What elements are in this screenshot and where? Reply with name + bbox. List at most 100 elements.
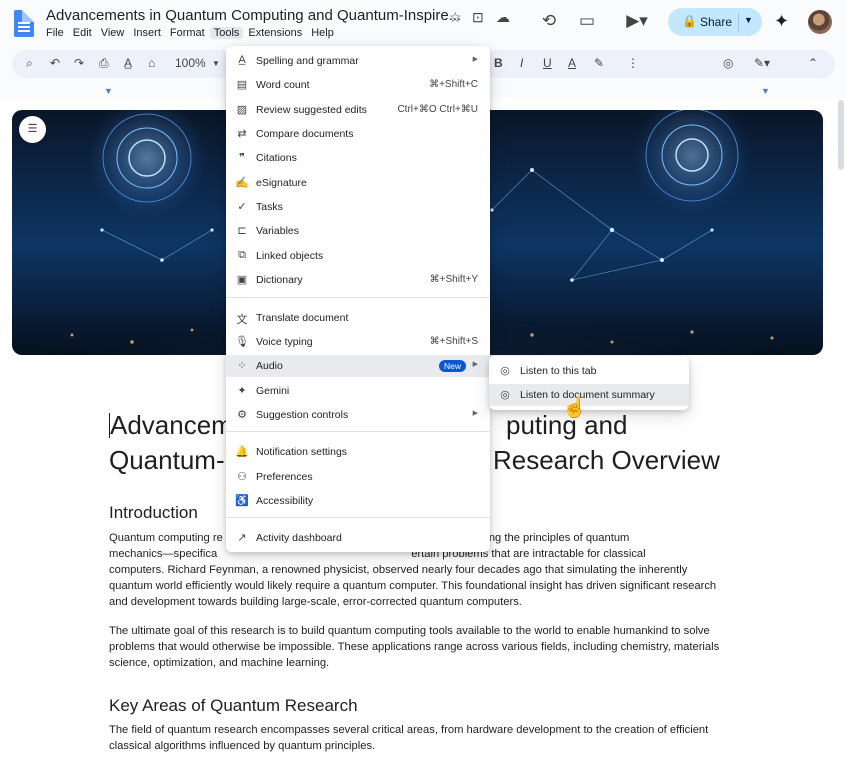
highlight-icon[interactable]: ✎: [594, 56, 604, 70]
tools-menu-item-activity-dashboard[interactable]: ↗ Activity dashboard: [226, 527, 490, 549]
collapse-toolbar-icon[interactable]: ⌃: [808, 56, 818, 70]
submenu-arrow-icon: ▶: [472, 56, 478, 63]
para-line: ng the principles of quantum: [488, 532, 630, 544]
gemini-icon[interactable]: ✦: [774, 11, 789, 32]
undo-icon[interactable]: ↶: [50, 56, 60, 70]
tools-menu-item-label: Spelling and grammar: [256, 55, 359, 67]
text-color-icon[interactable]: A: [568, 56, 576, 70]
share-button[interactable]: 🔒 Share ▼: [668, 8, 762, 36]
para-line: mechanics—specifica: [109, 548, 218, 560]
underline-icon[interactable]: U: [543, 56, 552, 70]
tools-menu-item-preferences[interactable]: ⚇ Preferences: [226, 466, 490, 488]
section-heading-key-areas: Key Areas of Quantum Research: [109, 696, 358, 715]
avatar[interactable]: [808, 10, 832, 34]
docs-logo-icon[interactable]: [14, 10, 34, 37]
audio-submenu-item-listen-to-document-summary[interactable]: ◎ Listen to document summary: [489, 384, 689, 406]
cloud-status-icon[interactable]: ☁: [496, 9, 510, 26]
tools-menu-item-label: Notification settings: [256, 446, 348, 458]
zoom-chevron-icon[interactable]: ▼: [212, 59, 220, 68]
move-folder-icon[interactable]: ⊡: [472, 9, 484, 26]
menu-extensions[interactable]: Extensions: [248, 27, 302, 39]
paint-format-icon[interactable]: ⌂: [148, 56, 155, 70]
para-line: and development towards building large-s…: [109, 596, 522, 608]
dictionary-icon: ▣: [236, 274, 248, 286]
comments-icon[interactable]: ▭: [576, 10, 598, 32]
italic-icon[interactable]: I: [520, 56, 523, 70]
menu-bar: File Edit View Insert Format Tools Exten…: [46, 27, 343, 39]
editing-mode-icon[interactable]: ✎▾: [754, 56, 770, 70]
tools-menu-item-notification-settings[interactable]: 🔔 Notification settings: [226, 441, 490, 463]
document-heading: Advancem: [110, 410, 233, 440]
tools-menu-item-esignature[interactable]: ✍ eSignature: [226, 172, 490, 194]
tools-menu-item-variables[interactable]: ⊏ Variables: [226, 220, 490, 242]
menu-help[interactable]: Help: [311, 27, 334, 39]
audio-submenu-item-label: Listen to document summary: [520, 389, 655, 401]
keyboard-shortcut: Ctrl+⌘O Ctrl+⌘U: [397, 104, 478, 115]
tools-menu-item-word-count[interactable]: ▤ Word count ⌘+Shift+C: [226, 74, 490, 96]
share-divider: [738, 13, 739, 31]
esignature-icon: ✍: [235, 177, 249, 189]
tools-menu-item-label: Accessibility: [256, 495, 314, 507]
spellcheck-icon[interactable]: A̲: [124, 56, 132, 70]
gemini-doc-icon[interactable]: ◎: [723, 56, 733, 70]
preferences-icon: ⚇: [237, 471, 247, 483]
tools-menu-item-dictionary[interactable]: ▣ Dictionary ⌘+Shift+Y: [226, 269, 490, 291]
tools-menu-item-citations[interactable]: ❞ Citations: [226, 147, 490, 169]
right-indent-marker[interactable]: ▼: [761, 86, 770, 96]
tools-menu-item-label: Dictionary: [256, 274, 303, 286]
tools-menu-item-audio[interactable]: ⁘ Audio New ▶: [226, 355, 490, 377]
star-icon[interactable]: ☆: [449, 9, 462, 26]
tools-menu-item-label: Preferences: [256, 471, 313, 483]
para-line: Quantum computing re: [109, 532, 223, 544]
left-indent-marker[interactable]: ▼: [104, 86, 113, 96]
share-label: Share: [700, 15, 733, 29]
menu-tools[interactable]: Tools: [209, 27, 244, 39]
tools-menu-item-tasks[interactable]: ✓ Tasks: [226, 196, 490, 218]
menu-view[interactable]: View: [101, 27, 125, 39]
menu-format[interactable]: Format: [170, 27, 205, 39]
compare-icon: ⇄: [237, 128, 247, 140]
tools-menu-item-suggestion-controls[interactable]: ⚙ Suggestion controls ▶: [226, 404, 490, 426]
outline-toggle-icon[interactable]: ☰: [19, 116, 46, 143]
word-count-icon: ▤: [236, 79, 248, 91]
tasks-icon: ✓: [237, 201, 247, 213]
tools-menu-item-label: Word count: [256, 79, 310, 91]
chevron-down-icon[interactable]: ▼: [744, 15, 753, 25]
tools-menu-item-accessibility[interactable]: ♿ Accessibility: [226, 490, 490, 512]
search-menus-icon[interactable]: ⌕: [26, 56, 33, 71]
tools-menu-item-label: Tasks: [256, 201, 283, 213]
tools-menu-item-voice-typing[interactable]: 🎙 Voice typing ⌘+Shift+S: [226, 331, 490, 353]
menu-insert[interactable]: Insert: [133, 27, 161, 39]
tools-menu-item-gemini[interactable]: ✦ Gemini: [226, 380, 490, 402]
tools-menu-item-label: eSignature: [256, 177, 307, 189]
redo-icon[interactable]: ↷: [74, 56, 84, 70]
linked-objects-icon: ⧉: [238, 249, 246, 261]
document-title[interactable]: Advancements in Quantum Computing and Qu…: [46, 7, 461, 24]
tools-menu-item-spelling-and-grammar[interactable]: A̲ Spelling and grammar ▶: [226, 50, 490, 72]
audio-icon: ⁘: [237, 360, 247, 372]
scrollbar[interactable]: [838, 100, 844, 170]
audio-submenu-item-label: Listen to this tab: [520, 365, 597, 377]
para-line: science, optimization, and machine learn…: [109, 657, 330, 669]
para-line: quantum world efficiently would likely r…: [109, 580, 717, 592]
history-icon[interactable]: ⟲: [538, 10, 560, 32]
menu-edit[interactable]: Edit: [73, 27, 92, 39]
tools-menu-item-review-suggested-edits[interactable]: ▨ Review suggested edits Ctrl+⌘O Ctrl+⌘U: [226, 99, 490, 121]
tools-menu-item-translate-document[interactable]: 文 Translate document: [226, 307, 490, 329]
bold-icon[interactable]: B: [494, 56, 503, 70]
more-options-icon[interactable]: ⋮: [627, 56, 639, 70]
para-line: problems that would otherwise be impossi…: [109, 641, 720, 653]
menu-separator: [226, 517, 490, 518]
menu-file[interactable]: File: [46, 27, 64, 39]
tools-menu-item-linked-objects[interactable]: ⧉ Linked objects: [226, 245, 490, 267]
meet-icon[interactable]: ▶▾: [620, 10, 654, 32]
tools-menu-item-compare-documents[interactable]: ⇄ Compare documents: [226, 123, 490, 145]
zoom-select[interactable]: 100%: [175, 56, 206, 70]
microphone-icon: 🎙: [235, 336, 249, 348]
tools-menu-item-label: Linked objects: [256, 250, 324, 262]
submenu-arrow-icon: ▶: [472, 410, 478, 417]
listen-icon: ◎: [500, 365, 510, 377]
print-icon[interactable]: ⎙: [99, 56, 109, 71]
audio-submenu-item-listen-to-this-tab[interactable]: ◎ Listen to this tab: [489, 360, 689, 382]
lock-icon: 🔒: [682, 14, 697, 28]
